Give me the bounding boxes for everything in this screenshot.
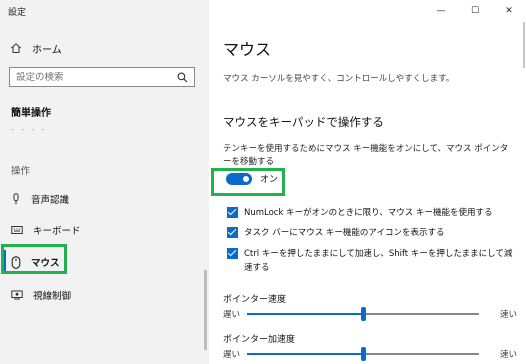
ctrl-shift-checkbox-row: Ctrl キーを押したままにして加速し、Shift キーを押したままにして減速す… [227,247,517,275]
main-scrollbar[interactable] [523,22,525,68]
section-title: マウスをキーパッドで操作する [223,115,384,129]
maximize-button[interactable]: ☐ [458,0,492,22]
ctrl-shift-checkbox[interactable] [227,248,238,259]
sidebar-item-speech[interactable]: 音声認識 [0,189,205,209]
pointer-acceleration-label: ポインター加速度 [223,335,296,345]
main-panel: — ☐ ✕ マウス マウス カーソルを見やすく、コントロールしやすくします。 マ… [209,0,526,364]
checkbox-label: NumLock キーがオンのときに限り、マウス キー機能を使用する [244,208,493,218]
search-icon[interactable] [177,72,188,83]
taskbar-icon-checkbox[interactable] [227,227,238,238]
page-title: マウス [223,40,272,59]
slider-fill [247,313,363,315]
sidebar-item-eye-control[interactable]: 視線制御 [0,285,205,305]
sidebar-item-label: 音声認識 [31,195,70,206]
toggle-description: テンキーを使用するためにマウス キー機能をオンにして、マウス ポインターを移動す… [223,144,509,167]
page-description: マウス カーソルを見やすく、コントロールしやすくします。 [223,74,455,84]
sidebar-item-keyboard[interactable]: キーボード [0,220,205,240]
pointer-acceleration-slider[interactable] [247,347,479,361]
sidebar-item-label: キーボード [33,226,81,237]
numlock-checkbox[interactable] [227,207,238,218]
microphone-icon [11,193,21,205]
sidebar-divider: - - - - [11,125,47,135]
keyboard-icon [11,225,23,235]
numlock-checkbox-row: NumLock キーがオンのときに限り、マウス キー機能を使用する [227,206,517,220]
sidebar: 設定 ホーム 簡単操作 - - - - 操作 音声認識 キーボード マウス [0,0,209,364]
slider-min-label: 遅い [223,310,241,320]
pointer-speed-label: ポインター速度 [223,295,287,305]
sidebar-item-label: 視線制御 [33,291,72,302]
window-title: 設定 [8,8,27,18]
sidebar-scrollbar[interactable] [204,270,207,350]
checkbox-label: Ctrl キーを押したままにして加速し、Shift キーを押したままにして減速す… [244,249,513,273]
slider-fill [247,353,363,355]
checkbox-label: タスク バーにマウス キー機能のアイコンを表示する [244,228,445,238]
sidebar-category-label: 操作 [11,166,31,177]
window-controls: — ☐ ✕ [424,0,526,22]
search-box[interactable] [9,67,195,87]
sidebar-section-title: 簡単操作 [11,108,51,119]
slider-min-label: 遅い [223,350,241,360]
slider-max-label: 速い [499,310,517,320]
sidebar-item-label: ホーム [32,44,62,56]
pointer-speed-slider-row: 遅い 速い [223,307,517,321]
sidebar-item-home[interactable]: ホーム [10,39,62,57]
highlight-box [1,244,67,274]
eye-control-icon [11,290,23,300]
home-icon [10,42,22,54]
search-input[interactable] [16,71,166,83]
pointer-acceleration-slider-row: 遅い 速い [223,347,517,361]
taskbar-icon-checkbox-row: タスク バーにマウス キー機能のアイコンを表示する [227,226,517,240]
slider-thumb[interactable] [361,307,366,321]
pointer-speed-slider[interactable] [247,307,479,321]
minimize-button[interactable]: — [424,0,458,22]
close-button[interactable]: ✕ [492,0,526,22]
slider-thumb[interactable] [361,347,366,361]
highlight-box [211,168,285,196]
slider-max-label: 速い [499,350,517,360]
